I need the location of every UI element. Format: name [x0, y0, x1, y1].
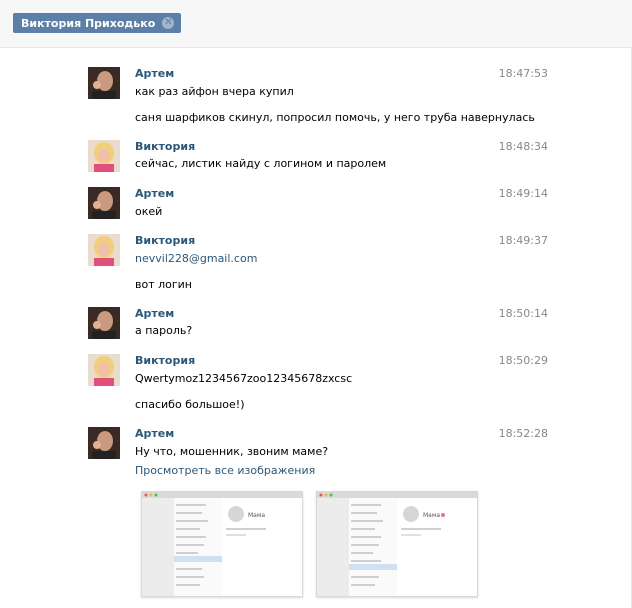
message-text: вот логин: [135, 278, 192, 291]
message-text: саня шарфиков скинул, попросил помочь, у…: [135, 111, 535, 124]
chat-tab[interactable]: Виктория Приходько ✕: [13, 13, 182, 33]
message-text: спасибо большое!): [135, 398, 245, 411]
message-time: 18:49:14: [498, 187, 548, 200]
sender-name[interactable]: Виктория: [135, 354, 195, 367]
sender-name[interactable]: Артем: [135, 427, 174, 440]
contact-name: Мама: [423, 512, 440, 519]
avatar[interactable]: [88, 67, 120, 99]
contact-name: Мама: [248, 512, 265, 519]
image-attachment[interactable]: Мама: [316, 491, 478, 597]
avatar[interactable]: [88, 307, 120, 339]
sender-name[interactable]: Виктория: [135, 140, 195, 153]
sender-name[interactable]: Виктория: [135, 234, 195, 247]
message-time: 18:48:34: [498, 140, 548, 153]
sender-name[interactable]: Артем: [135, 187, 174, 200]
email-link[interactable]: nevvil228@gmail.com: [135, 252, 257, 265]
contacts-screenshot-icon: Мама: [317, 492, 477, 596]
avatar[interactable]: [88, 140, 120, 172]
message-text: Qwertymoz1234567zoo12345678zxcsc: [135, 372, 353, 385]
sender-name[interactable]: Артем: [135, 67, 174, 80]
avatar[interactable]: [88, 187, 120, 219]
message-time: 18:50:29: [498, 354, 548, 367]
close-icon[interactable]: ✕: [162, 17, 175, 29]
view-all-images-link[interactable]: Просмотреть все изображения: [135, 464, 315, 477]
chat-tabs-bar: Виктория Приходько ✕: [0, 0, 632, 48]
message-text: окей: [135, 205, 163, 218]
sender-name[interactable]: Артем: [135, 307, 174, 320]
contacts-screenshot-icon: Мама: [142, 492, 302, 596]
chat-tab-title: Виктория Приходько: [21, 16, 156, 30]
message-text: сейчас, листик найду с логином и паролем: [135, 157, 387, 170]
image-attachment[interactable]: Мама: [141, 491, 303, 597]
message-time: 18:52:28: [498, 427, 548, 440]
message-time: 18:49:37: [498, 234, 548, 247]
avatar[interactable]: [88, 234, 120, 266]
message-text: а пароль?: [135, 324, 193, 337]
message-text: как раз айфон вчера купил: [135, 85, 294, 98]
avatar[interactable]: [88, 354, 120, 386]
message-text: Ну что, мошенник, звоним маме?: [135, 445, 329, 458]
message-time: 18:47:53: [498, 67, 548, 80]
avatar[interactable]: [88, 427, 120, 459]
message-time: 18:50:14: [498, 307, 548, 320]
